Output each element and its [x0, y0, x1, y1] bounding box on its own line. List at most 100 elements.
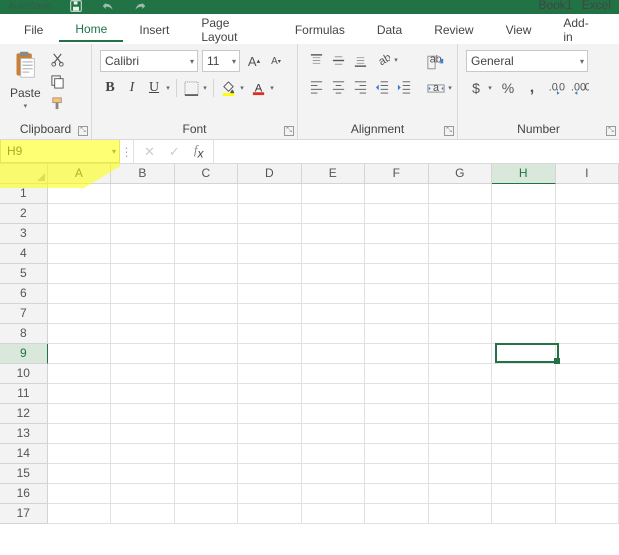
cell[interactable]	[302, 244, 365, 264]
tab-formulas[interactable]: Formulas	[279, 17, 361, 41]
cell[interactable]	[111, 384, 174, 404]
align-top-icon[interactable]	[306, 50, 326, 70]
font-name-combo[interactable]: Calibri▾	[100, 50, 198, 72]
cell[interactable]	[365, 404, 428, 424]
cell[interactable]	[492, 364, 555, 384]
cell[interactable]	[238, 464, 301, 484]
cell[interactable]	[175, 184, 238, 204]
cell[interactable]	[111, 184, 174, 204]
cell[interactable]	[429, 404, 492, 424]
cell[interactable]	[365, 284, 428, 304]
cell[interactable]	[48, 324, 111, 344]
align-left-icon[interactable]	[306, 76, 326, 96]
comma-format-button[interactable]: ,	[522, 78, 542, 98]
cancel-icon[interactable]: ✕	[144, 144, 155, 160]
cell[interactable]	[492, 304, 555, 324]
cell[interactable]	[48, 224, 111, 244]
row-header[interactable]: 16	[0, 484, 48, 504]
tab-file[interactable]: File	[8, 17, 59, 41]
cell[interactable]	[238, 424, 301, 444]
align-middle-icon[interactable]	[328, 50, 348, 70]
cell[interactable]	[365, 304, 428, 324]
cell[interactable]	[492, 444, 555, 464]
cell[interactable]	[238, 244, 301, 264]
cell[interactable]	[365, 364, 428, 384]
cell[interactable]	[556, 344, 619, 364]
cell[interactable]	[111, 324, 174, 344]
cell[interactable]	[111, 264, 174, 284]
cell[interactable]	[365, 424, 428, 444]
cell[interactable]	[429, 204, 492, 224]
cell[interactable]	[302, 404, 365, 424]
cell[interactable]	[556, 224, 619, 244]
col-header[interactable]: B	[111, 164, 174, 184]
cell[interactable]	[556, 464, 619, 484]
cell[interactable]	[429, 344, 492, 364]
col-header[interactable]: H	[492, 164, 555, 184]
cell[interactable]	[365, 264, 428, 284]
align-center-icon[interactable]	[328, 76, 348, 96]
row-header[interactable]: 9	[0, 344, 48, 364]
cell[interactable]	[556, 184, 619, 204]
cell[interactable]	[429, 444, 492, 464]
cell[interactable]	[365, 444, 428, 464]
align-right-icon[interactable]	[350, 76, 370, 96]
select-all-corner[interactable]	[0, 164, 48, 184]
cell[interactable]	[429, 224, 492, 244]
cell[interactable]	[365, 324, 428, 344]
cell[interactable]	[365, 224, 428, 244]
cell[interactable]	[492, 324, 555, 344]
format-painter-icon[interactable]	[49, 94, 67, 112]
cell[interactable]	[238, 344, 301, 364]
cell[interactable]	[238, 504, 301, 524]
cell[interactable]	[175, 504, 238, 524]
cell[interactable]	[111, 304, 174, 324]
cell[interactable]	[556, 204, 619, 224]
col-header[interactable]: C	[175, 164, 238, 184]
cell[interactable]	[365, 184, 428, 204]
cell[interactable]	[556, 504, 619, 524]
cell[interactable]	[556, 284, 619, 304]
cell[interactable]	[365, 344, 428, 364]
increase-font-icon[interactable]: A▴	[244, 51, 264, 71]
row-header[interactable]: 3	[0, 224, 48, 244]
cell[interactable]	[302, 304, 365, 324]
alignment-dialog-icon[interactable]: ⤡	[444, 126, 454, 136]
cell[interactable]	[111, 464, 174, 484]
cell[interactable]	[111, 364, 174, 384]
cell[interactable]	[238, 364, 301, 384]
cell[interactable]	[238, 444, 301, 464]
number-format-combo[interactable]: General▾	[466, 50, 588, 72]
cell[interactable]	[365, 464, 428, 484]
formula-input[interactable]	[213, 140, 619, 163]
cell[interactable]	[238, 204, 301, 224]
row-header[interactable]: 14	[0, 444, 48, 464]
cell[interactable]	[302, 504, 365, 524]
copy-icon[interactable]	[49, 72, 67, 90]
cell[interactable]	[365, 484, 428, 504]
cell[interactable]	[492, 204, 555, 224]
col-header[interactable]: F	[365, 164, 428, 184]
row-header[interactable]: 5	[0, 264, 48, 284]
cell[interactable]	[556, 444, 619, 464]
accounting-format-button[interactable]: $▾	[466, 78, 494, 98]
cell[interactable]	[492, 264, 555, 284]
cell[interactable]	[175, 484, 238, 504]
orientation-button[interactable]: ab▾	[372, 50, 400, 70]
cell[interactable]	[492, 184, 555, 204]
cell[interactable]	[429, 304, 492, 324]
row-header[interactable]: 1	[0, 184, 48, 204]
col-header[interactable]: I	[556, 164, 619, 184]
cell[interactable]	[111, 404, 174, 424]
cell[interactable]	[111, 244, 174, 264]
cell[interactable]	[429, 264, 492, 284]
cell[interactable]	[302, 184, 365, 204]
number-dialog-icon[interactable]: ⤡	[606, 126, 616, 136]
font-size-combo[interactable]: 11▾	[202, 50, 240, 72]
cell[interactable]	[302, 344, 365, 364]
tab-home[interactable]: Home	[59, 16, 123, 42]
cell[interactable]	[48, 484, 111, 504]
cell[interactable]	[48, 204, 111, 224]
cell[interactable]	[365, 504, 428, 524]
cell[interactable]	[175, 424, 238, 444]
